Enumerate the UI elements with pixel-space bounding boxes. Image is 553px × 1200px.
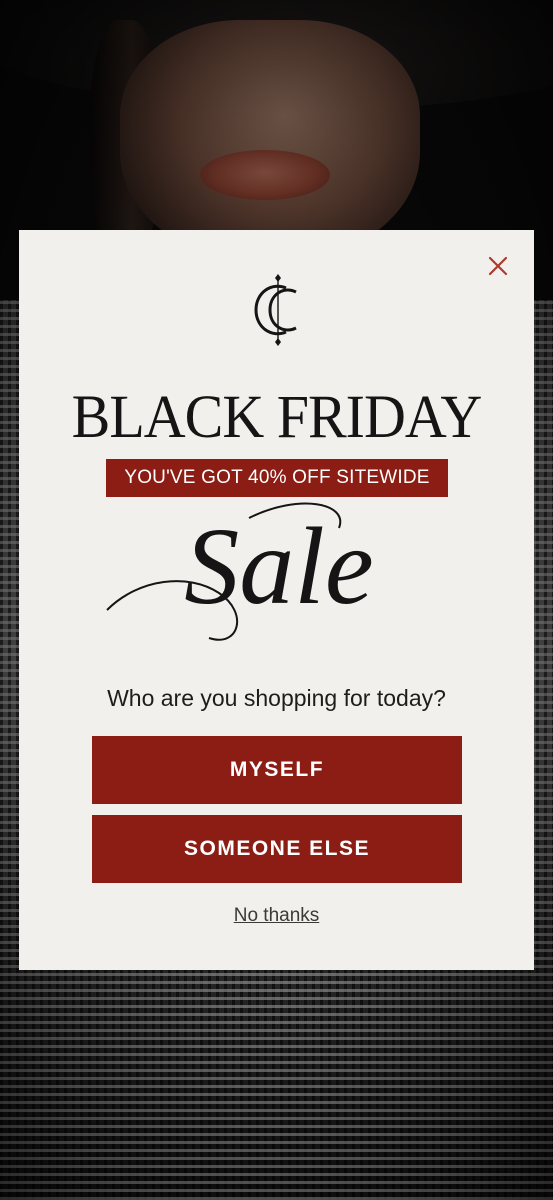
close-icon[interactable] (486, 254, 510, 278)
sale-script-word: Sale (99, 498, 459, 658)
discount-badge: YOU'VE GOT 40% OFF SITEWIDE (106, 459, 448, 497)
cc-monogram-logo (242, 270, 312, 350)
someone-else-button[interactable]: SOMEONE ELSE (92, 815, 462, 883)
sale-script-text: Sale (184, 505, 373, 627)
no-thanks-link[interactable]: No thanks (19, 905, 534, 927)
myself-button[interactable]: MYSELF (92, 736, 462, 804)
black-friday-popup: BLACK FRIDAY YOU'VE GOT 40% OFF SITEWIDE… (19, 230, 534, 970)
question-text: Who are you shopping for today? (107, 685, 446, 711)
headline: BLACK FRIDAY (71, 382, 483, 451)
